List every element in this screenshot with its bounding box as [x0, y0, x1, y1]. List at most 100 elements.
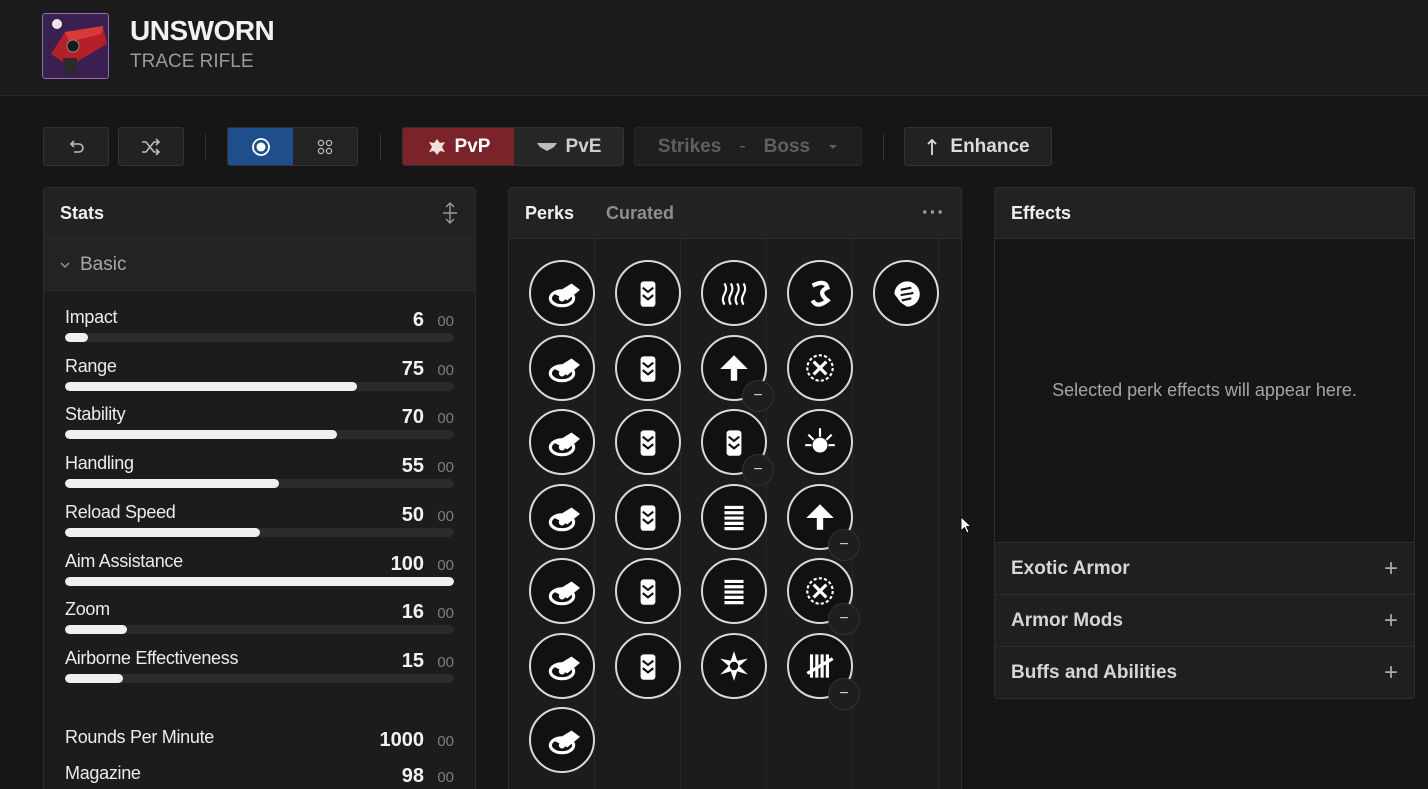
perk-barrel-icon[interactable]: [529, 558, 595, 624]
perks-panel: Perks Curated ··· − − − − −: [508, 187, 962, 789]
stat-bar: [65, 673, 454, 683]
mode-toggle[interactable]: PvP PvE: [402, 127, 624, 166]
stat-suffix: 00: [437, 556, 454, 574]
perk-barrel-icon[interactable]: [529, 707, 595, 773]
view-grid-button[interactable]: [293, 128, 357, 165]
perk-target-icon[interactable]: [787, 334, 853, 401]
exotic-armor-label: Exotic Armor: [1011, 557, 1130, 579]
plus-icon: +: [1383, 606, 1398, 634]
stat-bar: [65, 430, 454, 440]
stat-bar: [65, 381, 454, 391]
perk-burst-icon[interactable]: [787, 409, 853, 475]
perk-mag-icon[interactable]: [615, 483, 681, 550]
armor-mods-section[interactable]: Armor Mods +: [995, 594, 1414, 646]
weapon-name: UNSWORN: [130, 15, 275, 46]
stat-suffix: 00: [437, 459, 454, 477]
view-toggle[interactable]: [227, 127, 358, 166]
exotic-armor-section[interactable]: Exotic Armor +: [995, 542, 1414, 594]
perk-barrel-icon[interactable]: [529, 260, 595, 326]
stat-suffix: 00: [437, 313, 454, 330]
view-single-button[interactable]: [228, 128, 293, 165]
stats-title: Stats: [60, 202, 105, 223]
perk-mag-icon[interactable]: [615, 260, 681, 326]
stat-value: 98: [401, 765, 424, 787]
stat-bar: [65, 479, 454, 489]
chevron-down-icon: [60, 262, 70, 268]
perk-mag-icon[interactable]: [615, 632, 681, 699]
stat-name: Stability: [65, 404, 126, 425]
undo-button[interactable]: [43, 127, 109, 166]
mode-pve-button[interactable]: PvE: [513, 128, 623, 165]
effects-header: Effects: [995, 188, 1414, 239]
weapon-icon: [42, 13, 109, 79]
radio-dot-icon: [251, 137, 270, 156]
stat-bar: [65, 576, 454, 586]
stats-header: Stats: [44, 188, 475, 239]
perk-swirl-icon[interactable]: [787, 260, 853, 326]
caret-down-icon: [829, 144, 838, 149]
activity-select[interactable]: Strikes - Boss: [634, 127, 862, 166]
buffs-abilities-section[interactable]: Buffs and Abilities +: [995, 646, 1414, 698]
stat-bar-fill: [65, 333, 89, 342]
plus-icon: +: [1383, 658, 1398, 686]
weapon-type: TRACE RIFLE: [130, 51, 254, 72]
activity-label: Strikes: [657, 135, 722, 157]
enhance-label: Enhance: [950, 135, 1030, 157]
stat-name: Magazine: [65, 763, 141, 783]
effects-empty-message: Selected perk effects will appear here.: [995, 239, 1414, 542]
buffs-abilities-label: Buffs and Abilities: [1011, 661, 1178, 683]
stat-name: Reload Speed: [65, 501, 176, 522]
stat-value: 6: [412, 309, 424, 331]
enhance-button[interactable]: Enhance: [904, 127, 1052, 166]
stat-value: 1000: [379, 729, 425, 751]
stat-value: 70: [401, 406, 424, 429]
tab-perks[interactable]: Perks: [525, 203, 574, 224]
perks-header: Perks Curated ···: [509, 188, 961, 239]
mode-pvp-button[interactable]: PvP: [403, 128, 514, 165]
perk-mag-icon[interactable]: [615, 409, 681, 475]
perk-barrel-icon[interactable]: [529, 483, 595, 550]
stat-name: Airborne Effectiveness: [65, 647, 239, 668]
perk-barrel-icon[interactable]: [529, 632, 595, 699]
perk-mag-icon[interactable]: [615, 558, 681, 624]
perk-fist-icon[interactable]: [873, 260, 939, 326]
arrow-up-icon: [927, 138, 938, 155]
stat-bar-fill: [65, 430, 338, 440]
perk-bullets-icon[interactable]: [701, 483, 767, 550]
perk-wave-icon[interactable]: [701, 260, 767, 326]
stat-suffix: 00: [437, 410, 454, 428]
perk-barrel-icon[interactable]: [529, 334, 595, 401]
tab-curated[interactable]: Curated: [606, 203, 674, 224]
stat-name: Aim Assistance: [65, 550, 183, 571]
basic-section-label: Basic: [80, 253, 127, 275]
stat-suffix: 00: [437, 507, 454, 525]
stat-name: Handling: [65, 453, 134, 474]
stat-bar: [65, 333, 454, 342]
armor-mods-label: Armor Mods: [1011, 609, 1123, 631]
stat-value: 55: [401, 455, 424, 478]
collapse-icon[interactable]: [441, 202, 459, 224]
more-options-button[interactable]: ···: [922, 202, 945, 225]
perk-bullets-icon[interactable]: [701, 558, 767, 624]
stats-panel: Stats Basic Impact 6 00 Range 75 00 Stability 7…: [43, 187, 476, 789]
grid-dots-icon: [317, 139, 333, 154]
vanguard-icon: [536, 142, 557, 151]
stat-bar-fill: [65, 625, 128, 635]
stat-value: 15: [401, 649, 424, 672]
stat-bar-fill: [65, 527, 260, 537]
stat-bar-fill: [65, 381, 357, 391]
toolbar-divider: [380, 134, 381, 160]
perk-skull-icon[interactable]: [701, 632, 767, 699]
crucible-icon: [428, 138, 445, 155]
stat-value: 75: [401, 357, 424, 380]
stat-value: 100: [390, 552, 424, 575]
perk-barrel-icon[interactable]: [529, 409, 595, 475]
weapon-header: UNSWORN TRACE RIFLE: [0, 0, 1428, 96]
effects-title: Effects: [1011, 202, 1072, 223]
mode-pvp-label: PvP: [454, 135, 491, 157]
perk-mag-icon[interactable]: [615, 334, 681, 401]
stat-name: Range: [65, 355, 117, 376]
randomize-button[interactable]: [118, 127, 184, 166]
stat-suffix: 00: [437, 653, 454, 671]
basic-section-toggle[interactable]: Basic: [44, 239, 475, 291]
